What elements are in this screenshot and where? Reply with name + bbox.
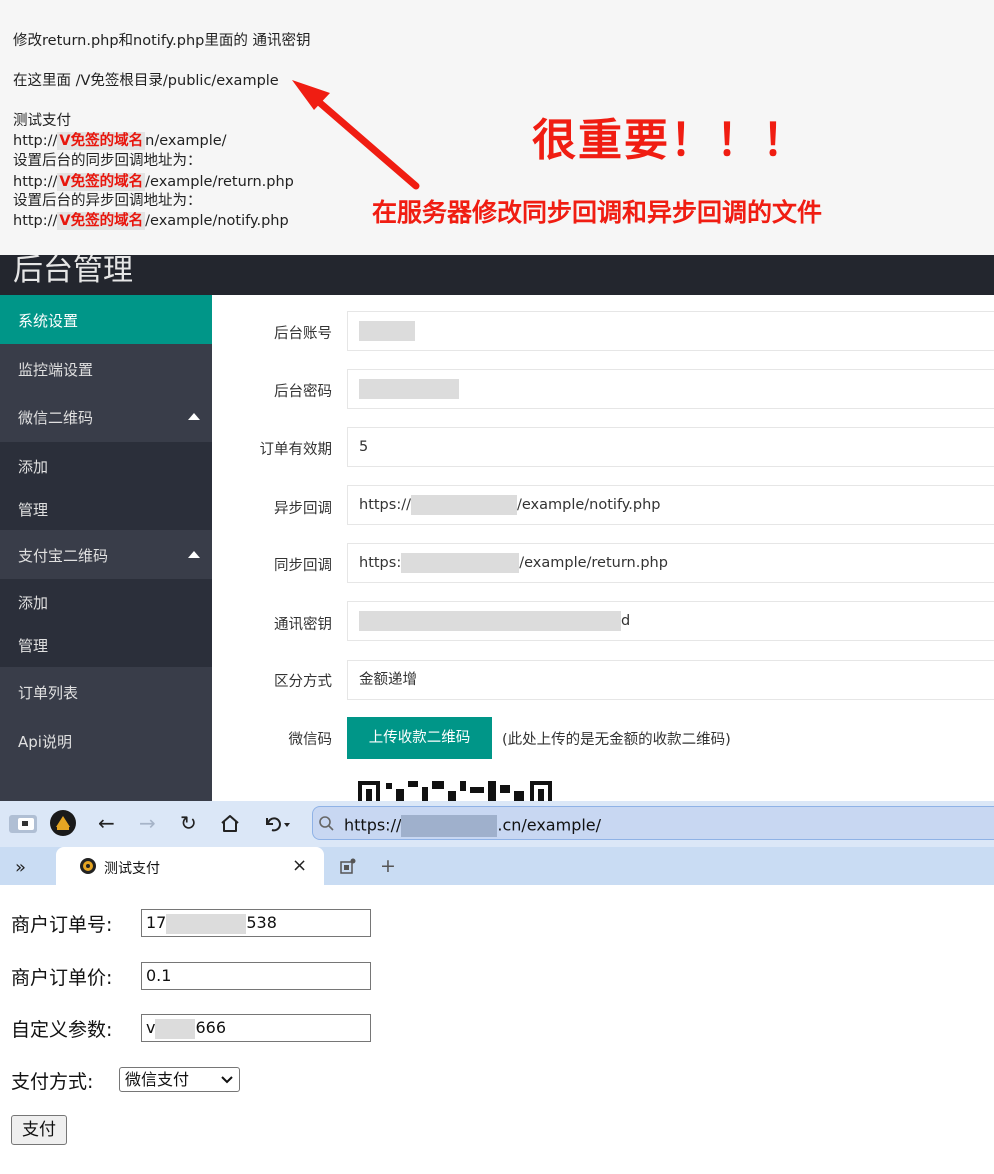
key-label: 通讯密钥 [274, 617, 332, 633]
important-caption: 在服务器修改同步回调和异步回调的文件 [372, 198, 823, 227]
sidebar-item-wechat-qr[interactable]: 微信二维码 [0, 393, 212, 442]
sidebar-item-alipay-manage[interactable]: 管理 [18, 635, 48, 656]
new-tab-icon[interactable]: + [380, 856, 396, 876]
sidebar-item-order-list[interactable]: 订单列表 [0, 667, 212, 717]
notify-input[interactable]: https:///example/notify.php [347, 485, 994, 525]
sidebar-item-monitor-settings[interactable]: 监控端设置 [0, 344, 212, 393]
caret-up-icon [188, 551, 200, 558]
sidebar-group-alipay: 添加 管理 [0, 579, 212, 667]
admin-header: 后台管理 [0, 255, 994, 295]
sidebar-group-wechat: 添加 管理 [0, 442, 212, 530]
wechat-code-label: 微信码 [288, 732, 333, 748]
tab-title: 测试支付 [104, 861, 160, 877]
redacted-value [359, 379, 459, 399]
pay-button[interactable]: 支付 [11, 1115, 67, 1145]
return-input[interactable]: https:/example/return.php [347, 543, 994, 583]
price-input[interactable]: 0.1 [141, 962, 371, 990]
mode-select[interactable]: 金额递增 [347, 660, 994, 700]
upload-note: (此处上传的是无金额的收款二维码) [502, 732, 731, 748]
settings-form: 后台账号 后台密码 订单有效期 5 异步回调 https:///example/… [212, 295, 994, 801]
back-icon[interactable]: ← [98, 813, 115, 833]
qr-code-icon [358, 781, 552, 801]
order-no-label: 商户订单号: [11, 914, 113, 936]
admin-sidebar: 系统设置 监控端设置 微信二维码 添加 管理 支付宝二维码 添加 管理 订单列表… [0, 295, 212, 801]
key-input[interactable]: d [347, 601, 994, 641]
undo-dropdown-icon[interactable] [262, 814, 292, 834]
redacted-value [401, 815, 498, 837]
redacted-value [359, 611, 621, 631]
param-label: 自定义参数: [11, 1019, 113, 1041]
redacted-value [359, 321, 415, 341]
param-input[interactable]: v 666 [141, 1014, 371, 1042]
upload-qr-button[interactable]: 上传收款二维码 [347, 717, 492, 759]
redacted-value [410, 495, 517, 515]
admin-title: 后台管理 [13, 255, 133, 288]
chevron-down-icon [221, 1076, 233, 1084]
method-select[interactable]: 微信支付 [119, 1067, 240, 1092]
instructions-panel: 修改return.php和notify.php里面的 通讯密钥 在这里面 /V免… [0, 0, 994, 255]
close-tab-icon[interactable]: × [292, 856, 307, 876]
method-label: 支付方式: [11, 1071, 94, 1093]
password-label: 后台密码 [274, 384, 332, 400]
tab-grid-icon[interactable] [340, 858, 356, 874]
sidebar-item-system-settings[interactable]: 系统设置 [0, 295, 212, 344]
important-notice: 很重要！！！ [532, 115, 808, 166]
sidebar-toggle-icon[interactable] [9, 815, 37, 833]
account-input[interactable] [347, 311, 994, 351]
reload-icon[interactable]: ↻ [180, 813, 197, 833]
caret-up-icon [188, 413, 200, 420]
sidebar-item-wechat-manage[interactable]: 管理 [18, 499, 48, 520]
sidebar-item-wechat-add[interactable]: 添加 [18, 456, 48, 477]
notify-label: 异步回调 [274, 501, 332, 517]
redacted-value [155, 1018, 196, 1039]
home-icon[interactable] [220, 813, 240, 833]
return-label: 同步回调 [274, 558, 332, 574]
search-icon [319, 816, 334, 831]
address-text: https://.cn/example/ [344, 815, 601, 837]
mode-label: 区分方式 [274, 674, 332, 690]
sidebar-item-alipay-qr[interactable]: 支付宝二维码 [0, 530, 212, 579]
profile-avatar-icon[interactable] [50, 810, 76, 836]
password-input[interactable] [347, 369, 994, 409]
price-label: 商户订单价: [11, 967, 113, 989]
expire-label: 订单有效期 [259, 442, 333, 458]
tab-list-icon[interactable]: » [15, 858, 26, 878]
sidebar-item-alipay-add[interactable]: 添加 [18, 592, 48, 613]
forward-icon[interactable]: → [139, 813, 156, 833]
expire-input[interactable]: 5 [347, 427, 994, 467]
site-favicon-icon [80, 858, 96, 874]
redacted-value [166, 913, 247, 934]
order-no-input[interactable]: 17 538 [141, 909, 371, 937]
sidebar-item-api-docs[interactable]: Api说明 [0, 717, 212, 767]
account-label: 后台账号 [274, 326, 332, 342]
redacted-value [401, 553, 520, 573]
